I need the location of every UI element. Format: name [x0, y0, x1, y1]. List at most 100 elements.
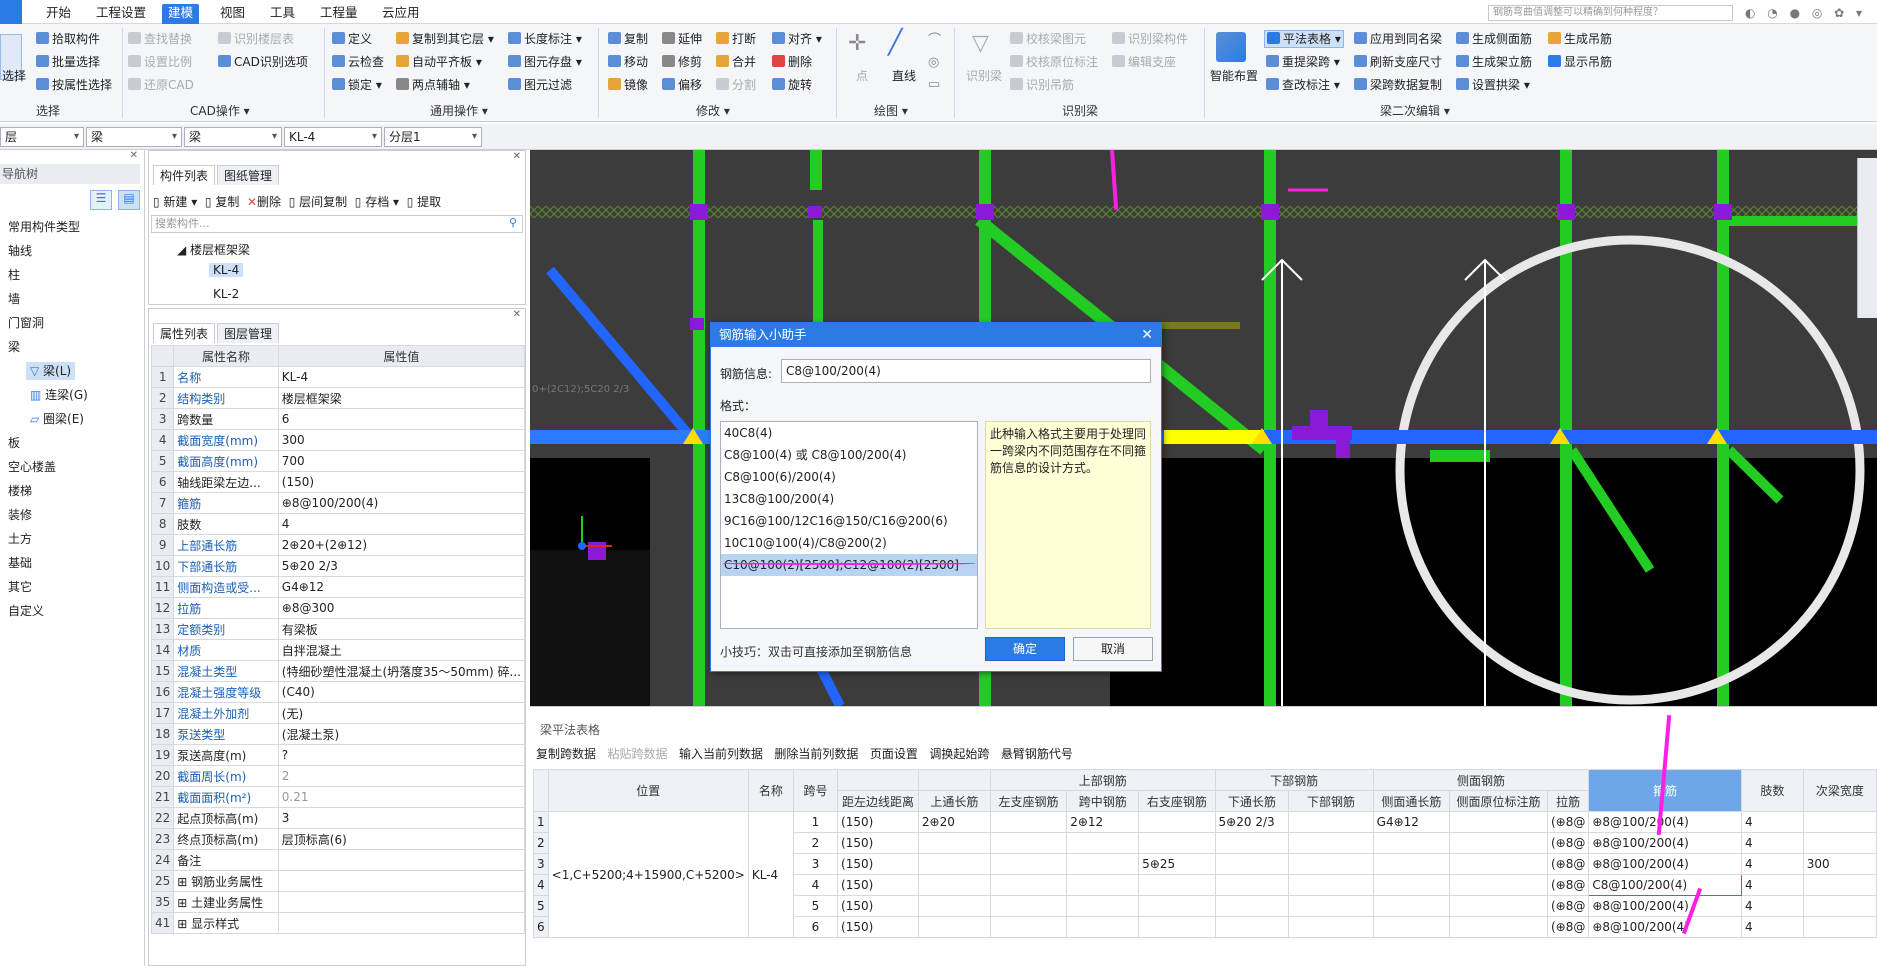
- page-setup-button[interactable]: 页面设置: [870, 747, 918, 761]
- property-row[interactable]: 24 备注: [150, 849, 526, 871]
- identify-beam-button[interactable]: 识别梁: [966, 68, 1002, 84]
- cell-tie[interactable]: (⊕8@: [1546, 916, 1590, 938]
- property-row[interactable]: 25 ⊞ 钢筋业务属性: [150, 870, 526, 892]
- format-item[interactable]: C8@100(4) 或 C8@100/200(4): [721, 444, 977, 466]
- type-select[interactable]: 梁: [184, 127, 282, 147]
- property-row[interactable]: 17 混凝土外加剂 (无): [150, 702, 526, 724]
- property-value[interactable]: 楼层框架梁: [277, 387, 526, 409]
- component-item-kl4[interactable]: KL-4: [209, 263, 244, 277]
- search-icon[interactable]: ⚲: [509, 216, 517, 229]
- cell-tie[interactable]: (⊕8@: [1546, 853, 1590, 875]
- property-row[interactable]: 23 终点顶标高(m) 层顶标高(6): [150, 828, 526, 850]
- tab-modeling[interactable]: 建模: [162, 4, 200, 24]
- find-replace-button[interactable]: 查找替换: [128, 31, 192, 47]
- move-button[interactable]: 移动: [608, 54, 648, 70]
- paste-span-data-button[interactable]: 粘贴跨数据: [607, 747, 667, 761]
- help-search-input[interactable]: 钢筋弯曲值调整可以精确到何种程度？: [1488, 5, 1733, 21]
- lock-button[interactable]: 锁定 ▾: [332, 77, 382, 93]
- property-value[interactable]: ?: [277, 744, 526, 766]
- property-row[interactable]: 10 下部通长筋 5⊕20 2/3: [150, 555, 526, 577]
- property-row[interactable]: 6 轴线距梁左边... (150): [150, 471, 526, 493]
- cell-botr[interactable]: [1288, 811, 1374, 833]
- two-point-axis-button[interactable]: 两点辅轴 ▾: [396, 77, 470, 93]
- cell-span[interactable]: 5: [792, 895, 839, 917]
- cell-sec[interactable]: [1802, 895, 1877, 917]
- draw-line-button[interactable]: 直线: [892, 68, 916, 84]
- cell-side[interactable]: [1372, 874, 1451, 896]
- select-by-attr-button[interactable]: 按属性选择: [36, 77, 112, 93]
- cell-right[interactable]: [1138, 832, 1216, 854]
- tab-tools[interactable]: 工具: [264, 4, 301, 24]
- cell-stir[interactable]: ⊕8@100/200(4): [1588, 853, 1743, 875]
- property-row[interactable]: 1 名称 KL-4: [150, 366, 526, 388]
- cell-top[interactable]: [917, 832, 991, 854]
- nav-decoration[interactable]: 装修: [8, 506, 32, 524]
- gen-side-rebar-button[interactable]: 生成侧面筋: [1456, 31, 1532, 47]
- cell-dist[interactable]: (150): [837, 811, 919, 833]
- cell-sider[interactable]: [1449, 853, 1548, 875]
- property-row[interactable]: 15 混凝土类型 (特细砂塑性混凝土(坍落度35～50mm) 碎...: [150, 660, 526, 682]
- extend-button[interactable]: 延伸: [662, 31, 702, 47]
- nav-wall[interactable]: 墙: [8, 290, 20, 308]
- auto-align-slab-button[interactable]: 自动平齐板 ▾: [396, 54, 482, 70]
- cell-side[interactable]: [1372, 895, 1451, 917]
- check-annotation-button[interactable]: 校核原位标注: [1010, 54, 1098, 70]
- delete-button[interactable]: 删除: [772, 54, 812, 70]
- select-big-button[interactable]: 选择: [2, 68, 26, 84]
- cell-top[interactable]: [917, 895, 991, 917]
- cell-right[interactable]: [1138, 916, 1216, 938]
- re-extract-span-button[interactable]: 重提梁跨 ▾: [1266, 54, 1340, 70]
- batch-select-button[interactable]: 批量选择: [36, 54, 100, 70]
- property-value[interactable]: 3: [277, 807, 526, 829]
- nav-foundation[interactable]: 基础: [8, 554, 32, 572]
- extract-button[interactable]: ▯ 提取: [407, 195, 441, 209]
- property-value[interactable]: 6: [277, 408, 526, 430]
- property-value[interactable]: 700: [277, 450, 526, 472]
- format-item[interactable]: 10C10@100(4)/C8@200(2): [721, 532, 977, 554]
- property-value[interactable]: KL-4: [277, 366, 526, 388]
- cell-side[interactable]: G4⊕12: [1372, 811, 1451, 833]
- break-button[interactable]: 打断: [716, 31, 756, 47]
- cad-options-button[interactable]: CAD识别选项: [218, 54, 308, 70]
- set-scale-button[interactable]: 设置比例: [128, 54, 192, 70]
- check-beam-button[interactable]: 校核梁图元: [1010, 31, 1086, 47]
- nav-ring-beam[interactable]: ▱ 圈梁(E): [26, 410, 88, 428]
- identify-beam-component-button[interactable]: 识别梁构件: [1112, 31, 1188, 47]
- property-value[interactable]: [277, 870, 526, 892]
- cell-top[interactable]: [917, 916, 991, 938]
- cell-mid[interactable]: [1066, 853, 1140, 875]
- property-row[interactable]: 8 肢数 4: [150, 513, 526, 535]
- tab-start[interactable]: 开始: [40, 4, 77, 24]
- cell-top[interactable]: [917, 874, 991, 896]
- property-row[interactable]: 13 定额类别 有梁板: [150, 618, 526, 640]
- cell-bot[interactable]: [1214, 874, 1290, 896]
- tab-project-settings[interactable]: 工程设置: [90, 4, 152, 24]
- nav-beam-l[interactable]: ▽ 梁(L): [26, 362, 76, 380]
- tab-layer-management[interactable]: 图层管理: [217, 323, 280, 343]
- cell-botr[interactable]: [1288, 874, 1374, 896]
- copy-span-data-button[interactable]: 梁跨数据复制: [1354, 77, 1442, 93]
- cell-legs[interactable]: 4: [1741, 832, 1804, 854]
- new-button[interactable]: ▯ 新建 ▾: [153, 195, 197, 209]
- nav-custom[interactable]: 自定义: [8, 602, 44, 620]
- right-toolbar[interactable]: [1857, 158, 1877, 318]
- copy-to-floor-button[interactable]: 复制到其它层 ▾: [396, 31, 494, 47]
- cell-bot[interactable]: [1214, 853, 1290, 875]
- property-value[interactable]: 2⊕20+(2⊕12): [277, 534, 526, 556]
- copy-component-button[interactable]: ▯ 复制: [205, 195, 239, 209]
- pick-component-button[interactable]: 拾取构件: [36, 31, 100, 47]
- cell-tie[interactable]: (⊕8@: [1546, 832, 1590, 854]
- cell-side[interactable]: [1372, 832, 1451, 854]
- element-filter-button[interactable]: 图元过滤: [508, 77, 572, 93]
- close-icon[interactable]: ✕: [513, 309, 521, 320]
- cell-legs[interactable]: 4: [1741, 811, 1804, 833]
- copy-span-data-button[interactable]: 复制跨数据: [536, 747, 596, 761]
- split-button[interactable]: 分割: [716, 77, 756, 93]
- cell-stir[interactable]: ⊕8@100/200(4): [1588, 895, 1743, 917]
- cell-right[interactable]: 5⊕25: [1138, 853, 1216, 875]
- property-row[interactable]: 18 泵送类型 (混凝土泵): [150, 723, 526, 745]
- tab-cloud[interactable]: 云应用: [376, 4, 426, 24]
- cell-bot[interactable]: [1214, 832, 1290, 854]
- property-row[interactable]: 9 上部通长筋 2⊕20+(2⊕12): [150, 534, 526, 556]
- tab-drawing-management[interactable]: 图纸管理: [217, 165, 280, 185]
